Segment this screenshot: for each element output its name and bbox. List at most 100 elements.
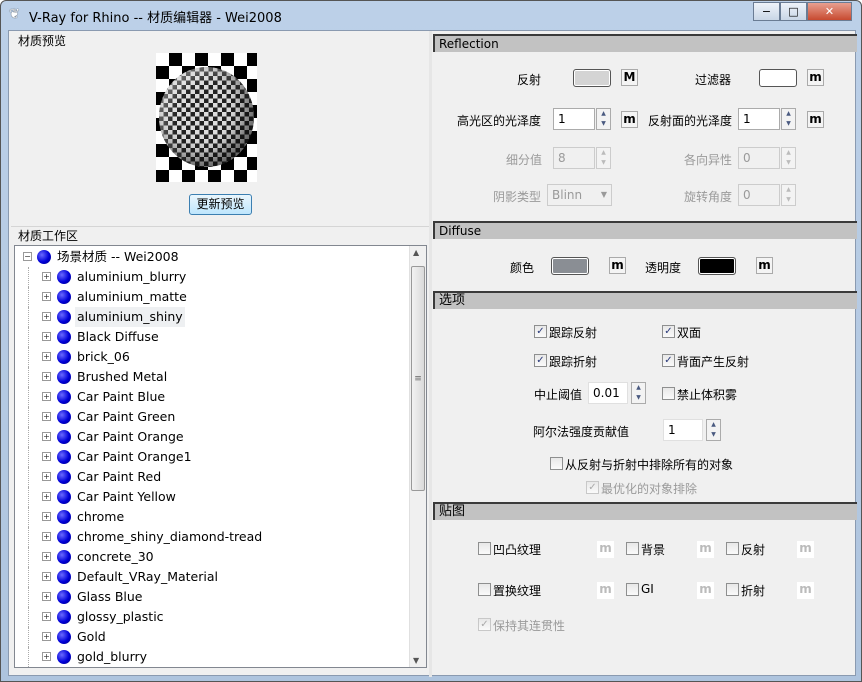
double-sided-label: 双面 xyxy=(677,324,701,341)
expand-icon[interactable]: + xyxy=(42,272,51,281)
reflect-back-checkbox[interactable]: ✓ xyxy=(662,354,675,367)
background-checkbox[interactable] xyxy=(626,542,639,555)
expand-icon[interactable]: + xyxy=(42,372,51,381)
material-name: Gold xyxy=(75,627,108,647)
displace-checkbox[interactable] xyxy=(478,583,491,596)
material-sphere-icon xyxy=(57,350,71,364)
double-sided-checkbox[interactable]: ✓ xyxy=(662,325,675,338)
subdivs-spinner[interactable]: ▲▼ xyxy=(596,147,611,169)
cutoff-input[interactable]: 0.01 xyxy=(588,382,628,404)
rotation-input[interactable]: 0 xyxy=(738,184,780,206)
transparency-map-button[interactable]: m xyxy=(756,257,773,274)
preview-label: 材质预览 xyxy=(18,32,66,49)
keep-continuity-checkbox[interactable]: ✓ xyxy=(478,618,491,631)
expand-icon[interactable]: + xyxy=(42,452,51,461)
refl-gloss-spinner[interactable]: ▲▼ xyxy=(781,108,796,130)
reflect-map-button[interactable]: M xyxy=(621,69,638,86)
material-name: aluminium_blurry xyxy=(75,267,188,287)
collapse-icon[interactable]: − xyxy=(23,252,32,261)
diffuse-header[interactable]: Diffuse xyxy=(433,221,857,239)
expand-icon[interactable]: + xyxy=(42,312,51,321)
bump-checkbox[interactable] xyxy=(478,542,491,555)
hilight-map-button[interactable]: m xyxy=(621,111,638,128)
refl-gloss-input[interactable]: 1 xyxy=(738,108,780,130)
refract-checkbox[interactable] xyxy=(726,583,739,596)
no-fog-checkbox[interactable] xyxy=(662,387,675,400)
options-header[interactable]: 选项 xyxy=(433,291,857,309)
subdivs-input[interactable]: 8 xyxy=(553,147,595,169)
expand-icon[interactable]: + xyxy=(42,352,51,361)
vray-app-icon: ❦ xyxy=(9,7,23,21)
reflection-header[interactable]: Reflection xyxy=(433,34,857,52)
close-button[interactable]: ✕ xyxy=(807,2,852,21)
diffuse-color-swatch[interactable] xyxy=(551,257,589,275)
expand-icon[interactable]: + xyxy=(42,652,51,661)
workspace-label: 材质工作区 xyxy=(18,227,78,244)
maps-header[interactable]: 贴图 xyxy=(433,502,857,520)
reflect-map-label: 反射 xyxy=(741,541,765,558)
material-sphere-icon xyxy=(57,390,71,404)
hilight-gloss-label: 高光区的光泽度 xyxy=(457,112,541,129)
bump-label: 凹凸纹理 xyxy=(493,541,541,558)
filter-map-button[interactable]: m xyxy=(807,69,824,86)
diffuse-map-button[interactable]: m xyxy=(609,257,626,274)
transparency-color-swatch[interactable] xyxy=(698,257,736,275)
material-sphere-icon xyxy=(57,310,71,324)
aniso-spinner[interactable]: ▲▼ xyxy=(781,147,796,169)
filter-label: 过滤器 xyxy=(695,71,731,88)
expand-icon[interactable]: + xyxy=(42,552,51,561)
expand-icon[interactable]: + xyxy=(42,512,51,521)
hilight-gloss-spinner[interactable]: ▲▼ xyxy=(596,108,611,130)
reflect-texture-button[interactable]: m xyxy=(797,541,814,558)
expand-icon[interactable]: + xyxy=(42,412,51,421)
alpha-spinner[interactable]: ▲▼ xyxy=(706,419,721,441)
expand-icon[interactable]: + xyxy=(42,492,51,501)
diffuse-color-label: 颜色 xyxy=(510,259,534,276)
optimize-exclude-label: 最优化的对象排除 xyxy=(601,480,697,497)
material-sphere-icon xyxy=(57,410,71,424)
expand-icon[interactable]: + xyxy=(42,332,51,341)
splitter[interactable] xyxy=(429,31,432,677)
hilight-gloss-input[interactable]: 1 xyxy=(553,108,595,130)
expand-icon[interactable]: + xyxy=(42,532,51,541)
displace-map-button[interactable]: m xyxy=(597,582,614,599)
bump-map-button[interactable]: m xyxy=(597,541,614,558)
expand-icon[interactable]: + xyxy=(42,572,51,581)
gi-checkbox[interactable] xyxy=(626,583,639,596)
expand-icon[interactable]: + xyxy=(42,632,51,641)
material-sphere-icon xyxy=(57,510,71,524)
background-map-button[interactable]: m xyxy=(697,541,714,558)
gi-map-button[interactable]: m xyxy=(697,582,714,599)
optimize-exclude-checkbox[interactable]: ✓ xyxy=(586,481,599,494)
scroll-thumb[interactable]: ≡ xyxy=(411,266,425,491)
window: ❦ V-Ray for Rhino -- 材质编辑器 - Wei2008 − □… xyxy=(0,0,862,682)
keep-continuity-label: 保持其连贯性 xyxy=(493,617,565,634)
exclude-all-label: 从反射与折射中排除所有的对象 xyxy=(565,456,733,473)
rotation-spinner[interactable]: ▲▼ xyxy=(781,184,796,206)
aniso-input[interactable]: 0 xyxy=(738,147,780,169)
refl-gloss-map-button[interactable]: m xyxy=(807,111,824,128)
refract-map-button[interactable]: m xyxy=(797,582,814,599)
shader-value: Blinn xyxy=(552,188,582,202)
trace-refract-checkbox[interactable]: ✓ xyxy=(534,354,547,367)
reflect-color-swatch[interactable] xyxy=(573,69,611,87)
exclude-all-checkbox[interactable] xyxy=(550,457,563,470)
expand-icon[interactable]: + xyxy=(42,392,51,401)
reflect-map-checkbox[interactable] xyxy=(726,542,739,555)
alpha-input[interactable]: 1 xyxy=(663,419,703,441)
update-preview-button[interactable]: 更新预览 xyxy=(189,194,252,215)
expand-icon[interactable]: + xyxy=(42,612,51,621)
trace-reflect-checkbox[interactable]: ✓ xyxy=(534,325,547,338)
expand-icon[interactable]: + xyxy=(42,292,51,301)
expand-icon[interactable]: + xyxy=(42,432,51,441)
expand-icon[interactable]: + xyxy=(42,592,51,601)
cutoff-spinner[interactable]: ▲▼ xyxy=(631,382,646,404)
minimize-button[interactable]: − xyxy=(753,2,780,21)
expand-icon[interactable]: + xyxy=(42,472,51,481)
maximize-button[interactable]: □ xyxy=(780,2,807,21)
shader-select[interactable]: Blinn▼ xyxy=(547,184,612,206)
filter-color-swatch[interactable] xyxy=(759,69,797,87)
material-sphere-icon xyxy=(57,610,71,624)
subdivs-label: 细分值 xyxy=(506,151,542,168)
tree-scrollbar[interactable]: ▲ ≡ ▼ xyxy=(409,246,426,667)
